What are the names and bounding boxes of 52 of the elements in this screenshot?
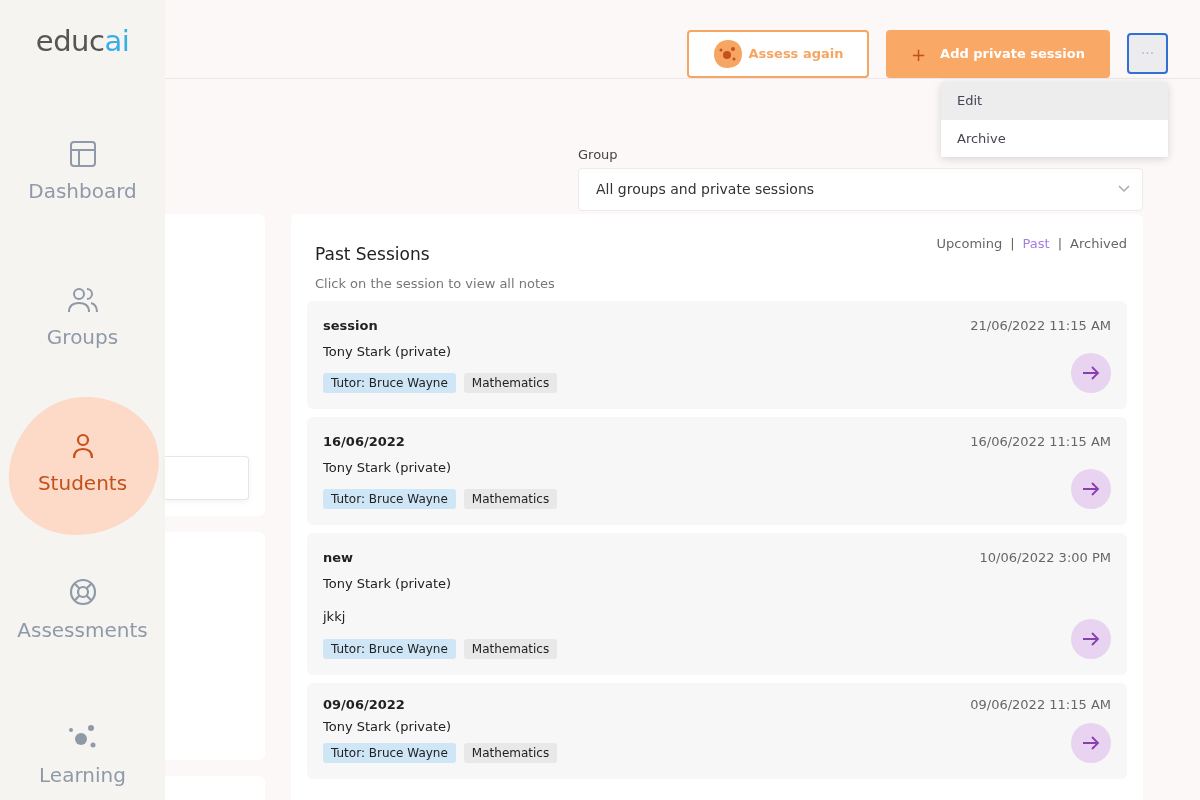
- arrow-button[interactable]: [1071, 469, 1111, 509]
- session-card[interactable]: 16/06/2022 Tony Stark (private) Tutor: Bruce Wayne Mathematics 16/06/2022 11:15 AM: [307, 417, 1127, 525]
- session-student: Tony Stark (private): [323, 458, 453, 477]
- tab-separator: |: [1057, 235, 1063, 253]
- session-title: 16/06/2022: [323, 433, 406, 451]
- session-title: 09/06/2022: [323, 695, 406, 714]
- tag: Mathematics: [463, 638, 558, 659]
- session-date: 16/06/2022 11:15 AM: [970, 433, 1111, 451]
- arrow-right-icon: [1082, 734, 1100, 751]
- arrow-button[interactable]: [1071, 722, 1111, 763]
- session-date: 09/06/2022 11:15 AM: [970, 695, 1111, 714]
- blob-icon: [712, 39, 743, 69]
- tag: Tutor: Bruce Wayne: [323, 742, 456, 763]
- arrow-right-icon: [1082, 630, 1100, 647]
- session-title: session: [323, 317, 379, 335]
- panel-title: Past Sessions: [315, 243, 431, 266]
- field-label: Group: [578, 146, 619, 164]
- tab[interactable]: Archived: [1070, 234, 1127, 254]
- session-card[interactable]: 09/06/2022 Tony Stark (private) Tutor: Bruce Wayne Mathematics 09/06/2022 11:15 AM: [307, 682, 1127, 779]
- tag: Mathematics: [463, 742, 558, 763]
- tag: Tutor: Bruce Wayne: [323, 489, 456, 509]
- session-card[interactable]: session Tony Stark (private) Tutor: Bruce Wayne Mathematics 21/06/2022 11:15 AM: [307, 301, 1127, 409]
- tab[interactable]: Past: [1022, 234, 1050, 254]
- chevron-icon: [1118, 185, 1130, 193]
- layout-icon: [68, 139, 97, 168]
- session-card[interactable]: new Tony Stark (private) jkkj Tutor: Bruce Wayne Mathematics 10/06/2022 3:00 PM: [307, 533, 1127, 675]
- input-field[interactable]: [165, 456, 249, 500]
- session-student: Tony Stark (private): [323, 718, 453, 736]
- tag: Mathematics: [463, 489, 558, 509]
- panel-subtitle: Click on the session to view all notes: [315, 274, 555, 293]
- session-student: Tony Stark (private): [323, 342, 453, 361]
- session-note: jkkj: [323, 608, 347, 626]
- tag: Tutor: Bruce Wayne: [323, 638, 456, 659]
- arrow-button[interactable]: [1071, 618, 1111, 659]
- person-icon: [70, 431, 95, 460]
- session-date: 10/06/2022 3:00 PM: [979, 549, 1111, 567]
- people-icon: [66, 285, 99, 314]
- menu-item[interactable]: Edit: [941, 82, 1168, 120]
- arrow-right-icon: [1082, 481, 1100, 497]
- tag: Tutor: Bruce Wayne: [323, 373, 456, 393]
- session-student: Tony Stark (private): [323, 574, 453, 593]
- tab-separator: |: [1010, 235, 1015, 253]
- arrow-right-icon: [1082, 365, 1100, 381]
- tag: Mathematics: [463, 373, 558, 393]
- session-date: 21/06/2022 11:15 AM: [970, 317, 1111, 335]
- group-select[interactable]: All groups and private sessions: [578, 167, 1143, 211]
- lifebuoy-icon: [67, 576, 98, 607]
- session-title: new: [323, 549, 355, 567]
- logo: educai: [35, 23, 130, 60]
- arrow-button[interactable]: [1071, 353, 1111, 393]
- menu-item[interactable]: Archive: [941, 119, 1168, 157]
- tab[interactable]: Upcoming: [936, 234, 1003, 254]
